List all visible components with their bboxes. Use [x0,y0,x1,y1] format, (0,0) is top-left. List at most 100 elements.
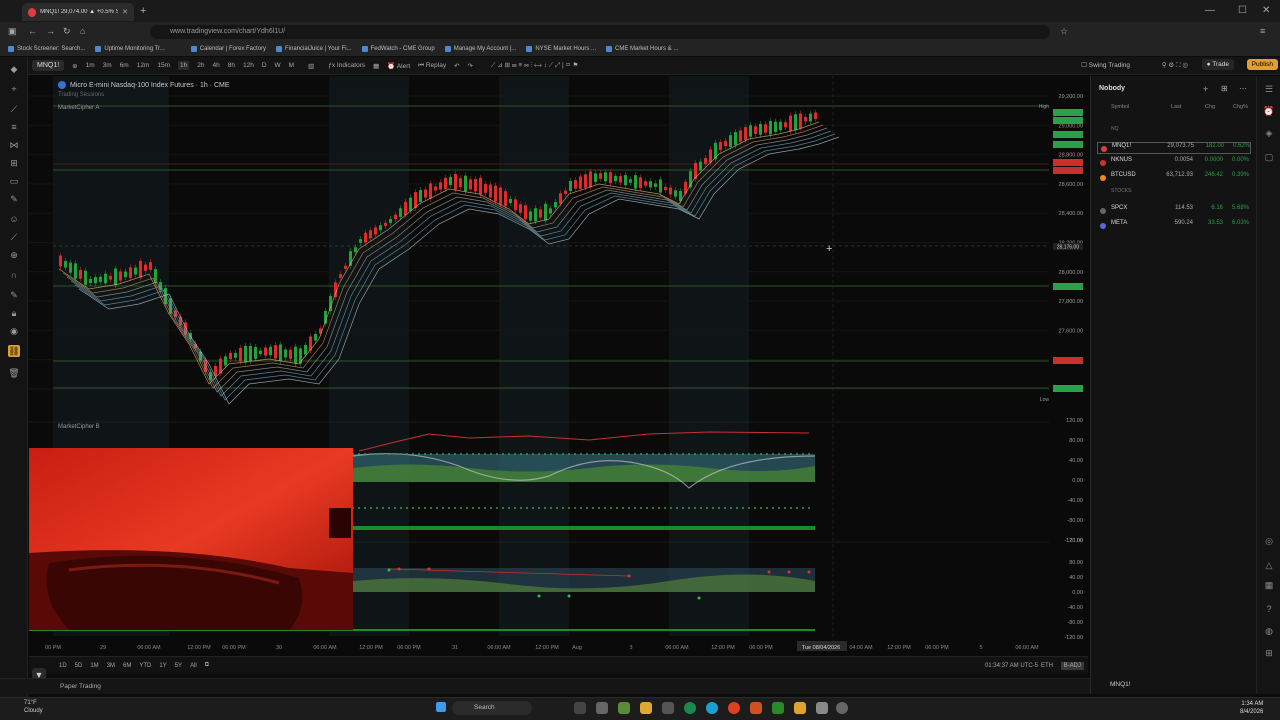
lock-icon[interactable]: 🔒︎ [8,307,20,319]
bookmark-star-icon[interactable]: ☆ [1060,26,1068,37]
settings-icons[interactable]: ⚲ ⚙ ⛶ ◎ [1162,61,1188,70]
minimize-icon[interactable]: — [1205,5,1215,16]
file-explorer-icon[interactable] [640,702,652,714]
bookmark-2[interactable]: Calendar | Forex Factory [190,46,266,52]
calculator-icon[interactable] [662,702,674,714]
interval-8h[interactable]: 8h [228,62,235,69]
zoom-icon[interactable]: ⊕ [8,249,20,261]
interval-1m[interactable]: 1m [86,62,95,69]
chat-icon[interactable]: ▢ [1263,152,1275,164]
bookmark-4[interactable]: FedWatch - CME Group [361,46,435,52]
add-symbol-icon[interactable]: ⊕ [72,62,77,70]
templates-icon[interactable]: ▦ [373,62,379,70]
url-input[interactable]: www.tradingview.com/chart/Ydh6l1U/ [150,25,1050,39]
watchlist-icon[interactable]: ☰ [1263,84,1275,96]
watchlist-footer-symbol[interactable]: MNQ1! [1098,678,1256,692]
start-icon[interactable] [436,702,446,712]
watchlist-name[interactable]: Nobody [1099,85,1125,92]
watchlist-row[interactable]: BTCUSD 63,712.93 246.42 0.39% [1097,172,1251,184]
interval-6m[interactable]: 6m [120,62,129,69]
watchlist-row[interactable]: SPCX 114.53 6.16 5.68% [1097,205,1251,217]
interval-d[interactable]: D [262,62,267,69]
indicator-a-label[interactable]: MarketCipher A [58,105,99,111]
watchlist-row[interactable]: MNQ1! 29,073.75 182.00 0.62% [1097,142,1251,154]
maximize-icon[interactable]: ☐ [1238,5,1247,16]
interval-4h[interactable]: 4h [213,62,220,69]
pattern-icon[interactable]: ⋈ [8,139,20,151]
brave-icon[interactable] [750,702,762,714]
magnet-icon[interactable]: ∩ [8,269,20,281]
weather-widget[interactable]: 71°F Cloudy [24,699,43,715]
bookmark-7[interactable]: CME Market Hours & ... [606,46,678,52]
edge-icon[interactable] [706,702,718,714]
trash-icon[interactable]: 🗑︎ [8,367,20,379]
interval-3m[interactable]: 3m [103,62,112,69]
trading-sessions-label[interactable]: Trading Sessions [58,92,104,98]
system-clock[interactable]: 1:34 AM 8/4/2026 [1240,700,1263,716]
trendline-icon[interactable]: ⟋ [8,103,20,115]
app-icon-1[interactable] [618,702,630,714]
taskbar-search[interactable]: Search [452,701,532,715]
range-5y[interactable]: 5Y [175,663,182,669]
bookmark-0[interactable]: Stock Screener: Search... [8,46,85,52]
trade-button[interactable]: ● Trade [1201,59,1234,70]
home-icon[interactable]: ⌂ [80,26,85,36]
alerts-icon[interactable]: ⏰ [1263,106,1275,118]
emoji-icon[interactable]: ☺ [8,213,20,225]
section-nq[interactable]: NQ [1111,126,1119,132]
interval-m[interactable]: M [289,62,294,69]
range-ytd[interactable]: YTD [139,663,151,669]
reload-icon[interactable]: ↻ [63,26,71,37]
range-1m[interactable]: 1M [90,663,98,669]
col-symbol[interactable]: Symbol [1111,104,1129,110]
eth-toggle[interactable]: ETH [1041,663,1053,669]
utc-clock[interactable]: 01:34:37 AM UTC-5 [985,663,1038,669]
pencil-lock-icon[interactable]: ✎ [8,289,20,301]
app-icon-3[interactable] [816,702,828,714]
more-icon[interactable]: ⋯ [1239,84,1247,93]
forward-icon[interactable]: → [46,26,55,36]
bookmark-6[interactable]: NYSE Market Hours ... [526,46,596,52]
browser-menu-icon[interactable]: ≡ [1260,26,1265,36]
interval-12m[interactable]: 12m [137,62,150,69]
close-window-icon[interactable]: ✕ [1262,5,1270,16]
sidebar-icon[interactable]: ▣ [8,26,17,37]
range-6m[interactable]: 6M [123,663,131,669]
interval-2h[interactable]: 2h [197,62,204,69]
alert-button[interactable]: ⏰ Alert [387,62,410,70]
interval-w[interactable]: W [275,62,281,69]
range-all[interactable]: All [190,663,197,669]
fib-icon[interactable]: ≡ [8,121,20,133]
apps-icon[interactable]: ⊞ [1263,648,1275,660]
close-tab-icon[interactable]: ✕ [122,8,128,16]
drawing-tools-icon[interactable]: ⟋ ⊿ ⊞ ☰ ≡ ⋈ ⫶ ⟷ ↕ ⟋ ⤢ | ▭ ⚑ [491,61,578,70]
ruler-icon[interactable]: ⟋ [8,231,20,243]
symbol-search-button[interactable]: MNQ1! [32,60,65,71]
calendar-icon[interactable]: ▦ [1263,580,1275,592]
brave-browser-icon[interactable] [728,702,740,714]
bookmark-5[interactable]: Manage My Account |... [444,46,516,52]
app-icon-4[interactable] [836,702,848,714]
watchlist-layout-icon[interactable]: ⊞ [1221,84,1228,93]
paper-trading-panel[interactable]: Paper Trading [0,678,1090,694]
layers-icon[interactable]: ◈ [1263,128,1275,140]
brush-icon[interactable]: ✎ [8,193,20,205]
interval-15m[interactable]: 15m [157,62,170,69]
layout-button[interactable]: ☐ Swing Trading [1081,61,1130,69]
eye-icon[interactable]: ◉ [8,325,20,337]
interval-1h[interactable]: 1h [178,61,190,70]
bookmark-1[interactable]: Uptime Monitoring Tr... [95,46,165,52]
link-icon[interactable]: ⛓ [8,345,20,357]
publish-button[interactable]: Publish [1246,59,1278,70]
indicators-button[interactable]: ƒx Indicators [328,62,365,69]
task-view-icon[interactable] [574,702,586,714]
projection-icon[interactable]: ⊞ [8,157,20,169]
badj-toggle[interactable]: B-ADJ [1060,661,1084,670]
bookmark-3[interactable]: FinancialJuice | Your Fi... [275,46,352,52]
settings-app-icon[interactable] [596,702,608,714]
col-chg[interactable]: Chg [1205,104,1215,110]
add-symbol-icon[interactable]: + [1203,84,1208,94]
help-icon[interactable]: ? [1263,604,1275,616]
bell-icon[interactable]: △ [1263,560,1275,572]
candles-icon[interactable]: ▥ [308,62,314,70]
